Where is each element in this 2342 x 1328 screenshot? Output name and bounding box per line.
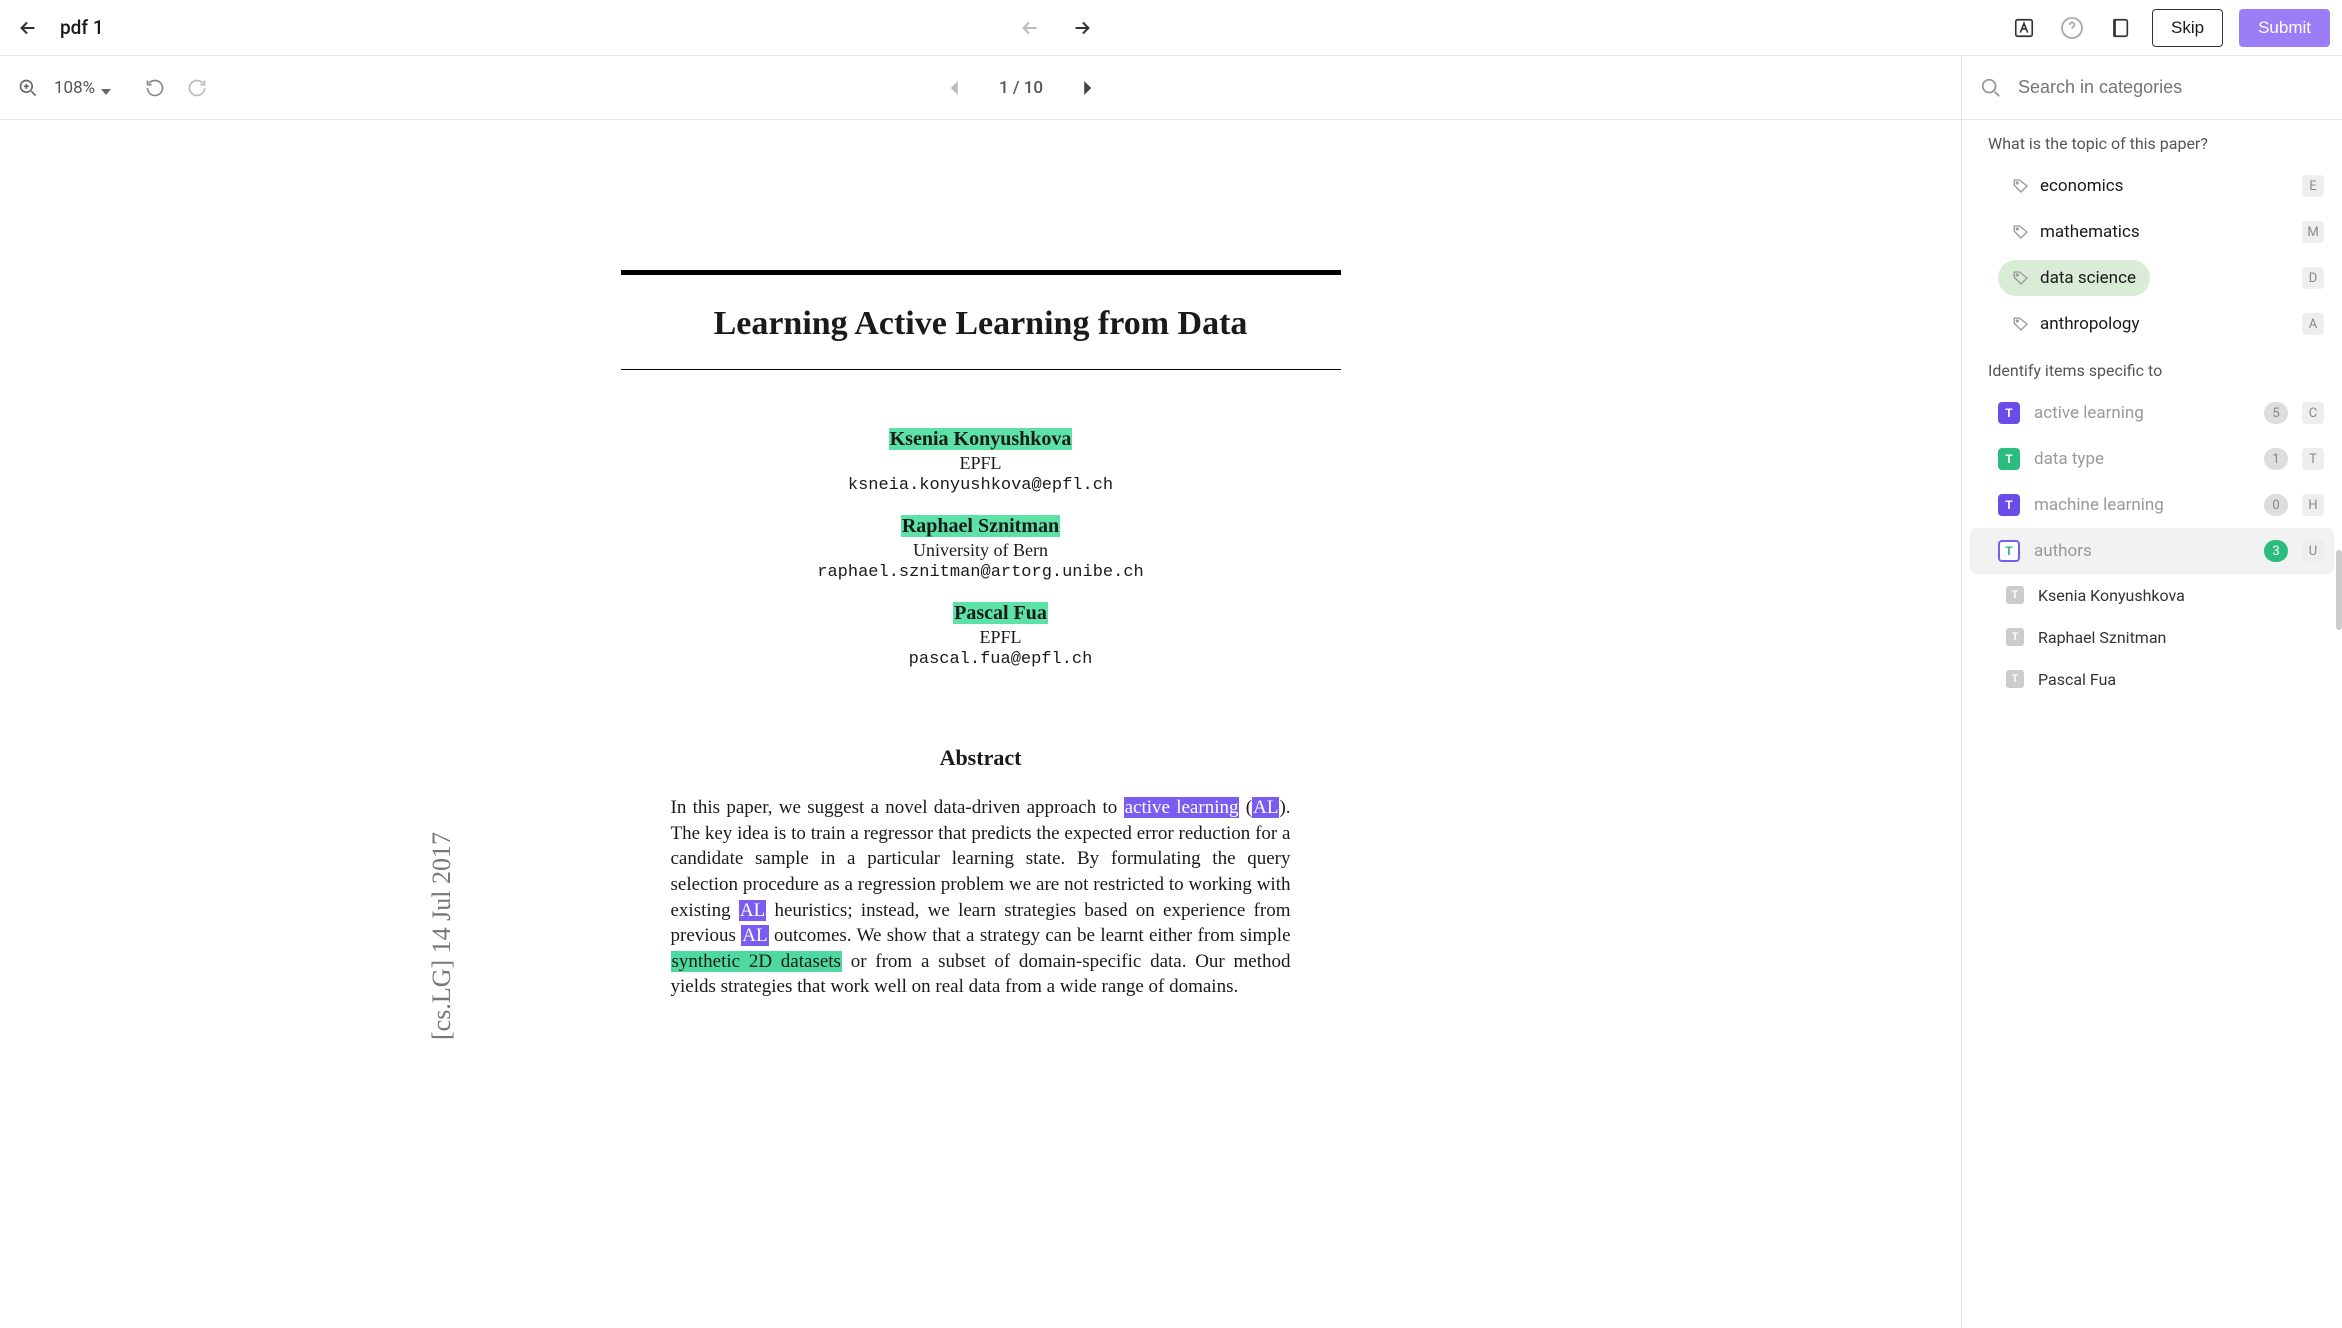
author-email: raphael.sznitman@artorg.unibe.ch <box>817 563 1143 582</box>
document-title: pdf 1 <box>60 16 104 39</box>
letter-a-icon[interactable] <box>2008 12 2040 44</box>
shortcut-key: T <box>2302 448 2324 470</box>
item-label: active learning <box>2034 403 2250 423</box>
sub-item-label: Raphael Sznitman <box>2038 628 2166 647</box>
zoom-value: 108% <box>54 78 95 98</box>
item-label: data type <box>2034 449 2250 469</box>
author-name: Raphael Sznitman <box>817 515 1143 538</box>
prev-page-icon[interactable] <box>939 72 971 104</box>
sidebar: What is the topic of this paper? economi… <box>1962 56 2342 1328</box>
category-pill[interactable]: data science <box>1998 260 2150 296</box>
pdf-viewer: 108% 1 / 10 <box>0 56 1962 1328</box>
rule-thick <box>621 270 1341 275</box>
sub-item-row[interactable]: T Raphael Sznitman <box>1962 616 2342 658</box>
sub-item-label: Ksenia Konyushkova <box>2038 586 2185 605</box>
tag-icon <box>2012 177 2030 195</box>
item-row[interactable]: T authors 3 U <box>1970 528 2334 574</box>
sub-item-label: Pascal Fua <box>2038 670 2116 689</box>
type-badge-icon: T <box>1998 448 2020 470</box>
item-label: authors <box>2034 541 2250 561</box>
highlight-active-learning[interactable]: active learning <box>1124 797 1240 818</box>
shortcut-key: U <box>2302 540 2324 562</box>
page-indicator: 1 / 10 <box>999 78 1043 98</box>
type-badge-icon: T <box>2006 670 2024 688</box>
author-email: pascal.fua@epfl.ch <box>641 650 1361 669</box>
type-badge-icon: T <box>2006 586 2024 604</box>
author-email: ksneia.konyushkova@epfl.ch <box>819 476 1143 495</box>
help-icon[interactable] <box>2056 12 2088 44</box>
rule-thin <box>621 369 1341 370</box>
category-pill[interactable]: anthropology <box>1998 306 2154 342</box>
highlight-al[interactable]: AL <box>1252 797 1279 818</box>
shortcut-key: H <box>2302 494 2324 516</box>
search-icon <box>1980 77 2002 99</box>
authors-block: Ksenia Konyushkova EPFL ksneia.konyushko… <box>621 428 1341 689</box>
zoom-icon[interactable] <box>12 72 44 104</box>
search-input[interactable] <box>2018 77 2324 98</box>
count-badge: 5 <box>2264 402 2288 424</box>
category-pill[interactable]: economics <box>1998 168 2137 204</box>
redo-icon[interactable] <box>181 72 213 104</box>
category-label: data science <box>2040 268 2136 288</box>
highlight-datasets[interactable]: synthetic 2D datasets <box>671 951 842 972</box>
count-badge: 1 <box>2264 448 2288 470</box>
type-badge-icon: T <box>1998 402 2020 424</box>
paper-title: Learning Active Learning from Data <box>621 305 1341 343</box>
viewer-toolbar: 108% 1 / 10 <box>0 56 1961 120</box>
category-label: anthropology <box>2040 314 2140 334</box>
sub-item-row[interactable]: T Pascal Fua <box>1962 658 2342 700</box>
item-row[interactable]: T active learning 5 C <box>1962 390 2342 436</box>
item-row[interactable]: T data type 1 T <box>1962 436 2342 482</box>
next-page-icon[interactable] <box>1071 72 1103 104</box>
next-task-icon[interactable] <box>1066 12 1098 44</box>
author-name: Pascal Fua <box>641 602 1361 625</box>
highlight-al[interactable]: AL <box>741 925 768 946</box>
author-affiliation: University of Bern <box>817 540 1143 561</box>
shortcut-key: C <box>2302 402 2324 424</box>
panel-icon[interactable] <box>2104 12 2136 44</box>
item-label: machine learning <box>2034 495 2250 515</box>
author-name: Ksenia Konyushkova <box>819 428 1143 451</box>
back-arrow-icon[interactable] <box>12 12 44 44</box>
category-row[interactable]: economics E <box>1962 163 2342 209</box>
type-badge-icon: T <box>2006 628 2024 646</box>
tag-icon <box>2012 315 2030 333</box>
category-label: economics <box>2040 176 2123 196</box>
author-affiliation: EPFL <box>641 627 1361 648</box>
arxiv-tag: [cs.LG] 14 Jul 2017 <box>427 832 457 1040</box>
author-affiliation: EPFL <box>819 453 1143 474</box>
category-row[interactable]: mathematics M <box>1962 209 2342 255</box>
shortcut-key: D <box>2302 267 2324 289</box>
tag-icon <box>2012 223 2030 241</box>
item-row[interactable]: T machine learning 0 H <box>1962 482 2342 528</box>
highlight-al[interactable]: AL <box>739 900 766 921</box>
pdf-page: [cs.LG] 14 Jul 2017 Learning Active Lear… <box>521 160 1441 1040</box>
skip-button[interactable]: Skip <box>2152 9 2223 47</box>
top-bar: pdf 1 Skip Submit <box>0 0 2342 56</box>
undo-icon[interactable] <box>139 72 171 104</box>
category-row[interactable]: data science D <box>1962 255 2342 301</box>
tag-icon <box>2012 269 2030 287</box>
abstract-heading: Abstract <box>621 745 1341 771</box>
shortcut-key: A <box>2302 313 2324 335</box>
category-label: mathematics <box>2040 222 2140 242</box>
type-badge-icon: T <box>1998 540 2020 562</box>
scrollbar[interactable] <box>2336 550 2342 630</box>
category-pill[interactable]: mathematics <box>1998 214 2154 250</box>
submit-button[interactable]: Submit <box>2239 9 2330 47</box>
section-label: Identify items specific to <box>1962 347 2342 390</box>
abstract-body: In this paper, we suggest a novel data-d… <box>671 795 1291 1000</box>
shortcut-key: M <box>2302 221 2324 243</box>
category-row[interactable]: anthropology A <box>1962 301 2342 347</box>
zoom-dropdown-icon[interactable] <box>101 89 111 99</box>
pdf-canvas[interactable]: [cs.LG] 14 Jul 2017 Learning Active Lear… <box>0 120 1961 1328</box>
prev-task-icon[interactable] <box>1014 12 1046 44</box>
sub-item-row[interactable]: T Ksenia Konyushkova <box>1962 574 2342 616</box>
count-badge: 0 <box>2264 494 2288 516</box>
count-badge: 3 <box>2264 540 2288 562</box>
section-label: What is the topic of this paper? <box>1962 120 2342 163</box>
type-badge-icon: T <box>1998 494 2020 516</box>
shortcut-key: E <box>2302 175 2324 197</box>
